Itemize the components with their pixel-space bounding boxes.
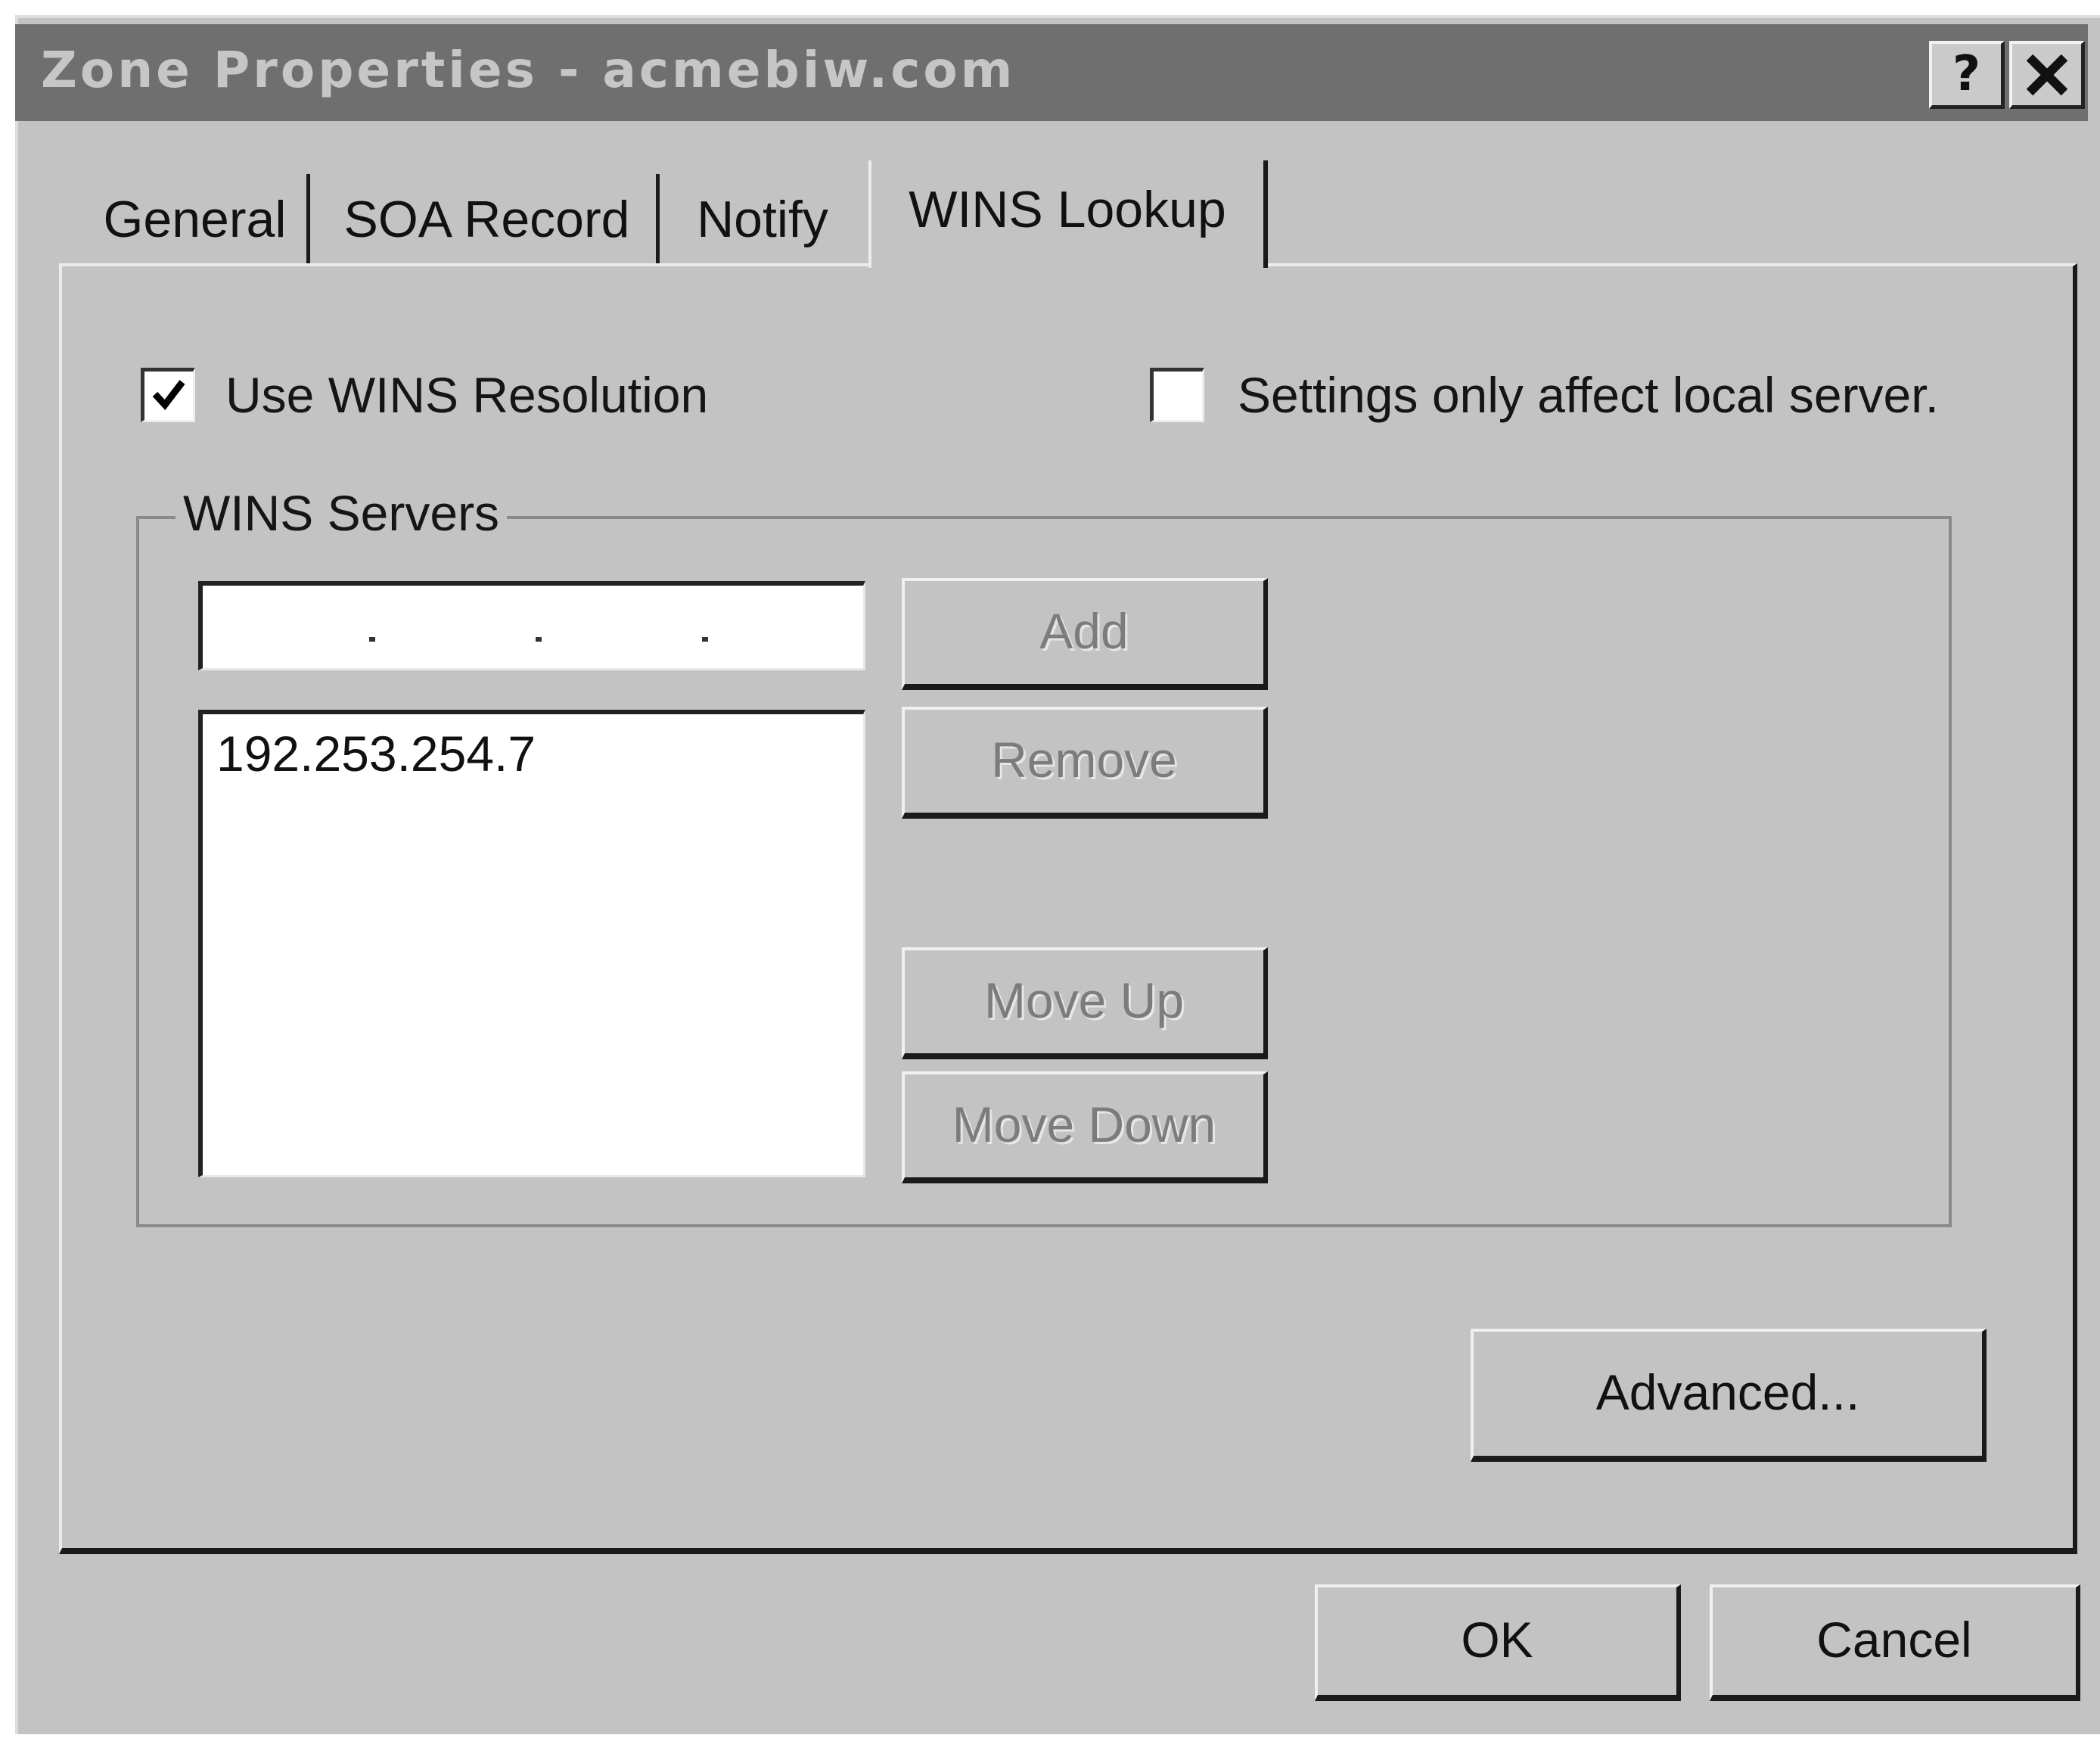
add-button[interactable]: Add (902, 578, 1268, 690)
help-button[interactable]: ? (1929, 41, 2005, 109)
ip-address-input[interactable] (198, 581, 865, 670)
ip-dot (536, 637, 542, 642)
wins-servers-caption: WINS Servers (176, 484, 508, 542)
local-server-label[interactable]: Settings only affect local server. (1238, 366, 1939, 424)
close-icon (2026, 54, 2067, 96)
tab-notify[interactable]: Notify (672, 174, 853, 265)
local-server-checkbox[interactable] (1150, 368, 1204, 422)
ok-button[interactable]: OK (1315, 1584, 1681, 1701)
move-down-button[interactable]: Move Down (902, 1071, 1268, 1183)
close-button[interactable] (2009, 41, 2085, 109)
checkmark-icon (152, 380, 185, 410)
list-item[interactable]: 192.253.254.7 (216, 725, 536, 782)
wins-server-list[interactable]: 192.253.254.7 (198, 710, 865, 1177)
tab-wins-lookup[interactable]: WINS Lookup (868, 160, 1268, 268)
ip-dot (702, 637, 708, 642)
move-up-button[interactable]: Move Up (902, 947, 1268, 1059)
tab-general[interactable]: General (83, 174, 310, 265)
window-title: Zone Properties - acmebiw.com (41, 41, 1016, 99)
remove-button[interactable]: Remove (902, 707, 1268, 819)
advanced-button[interactable]: Advanced... (1471, 1329, 1987, 1462)
ip-dot (369, 637, 375, 642)
use-wins-checkbox[interactable] (141, 368, 195, 422)
use-wins-label[interactable]: Use WINS Resolution (225, 366, 708, 424)
cancel-button[interactable]: Cancel (1710, 1584, 2080, 1701)
title-bar[interactable]: Zone Properties - acmebiw.com ? (15, 24, 2088, 121)
tab-soa-record[interactable]: SOA Record (318, 174, 660, 265)
